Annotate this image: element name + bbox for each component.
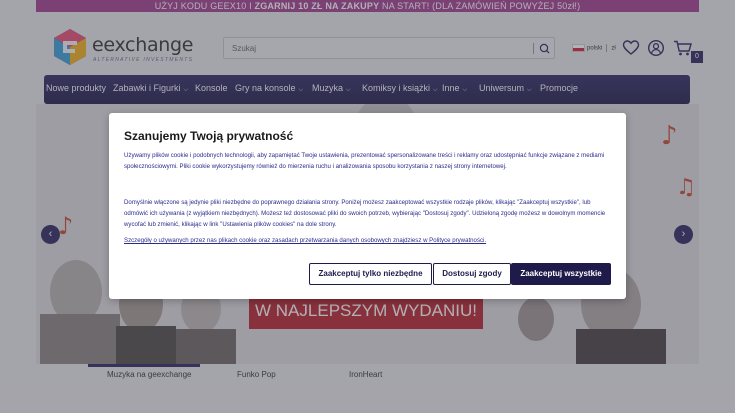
accept-necessary-button[interactable]: Zaakceptuj tylko niezbędne bbox=[309, 263, 432, 285]
customize-consent-button[interactable]: Dostosuj zgody bbox=[433, 263, 511, 285]
cookie-paragraph-1: Używamy plików cookie i podobnych techno… bbox=[124, 152, 605, 170]
cookie-paragraph-2: Domyślnie włączone są jedynie pliki niez… bbox=[124, 199, 606, 228]
accept-all-button[interactable]: Zaakceptuj wszystkie bbox=[511, 263, 611, 285]
cookie-consent-dialog: Szanujemy Twoją prywatność Używamy plikó… bbox=[109, 113, 626, 299]
cookie-title: Szanujemy Twoją prywatność bbox=[124, 129, 294, 143]
privacy-policy-link[interactable]: Szczegóły o używanych przez nas plikach … bbox=[124, 237, 611, 244]
